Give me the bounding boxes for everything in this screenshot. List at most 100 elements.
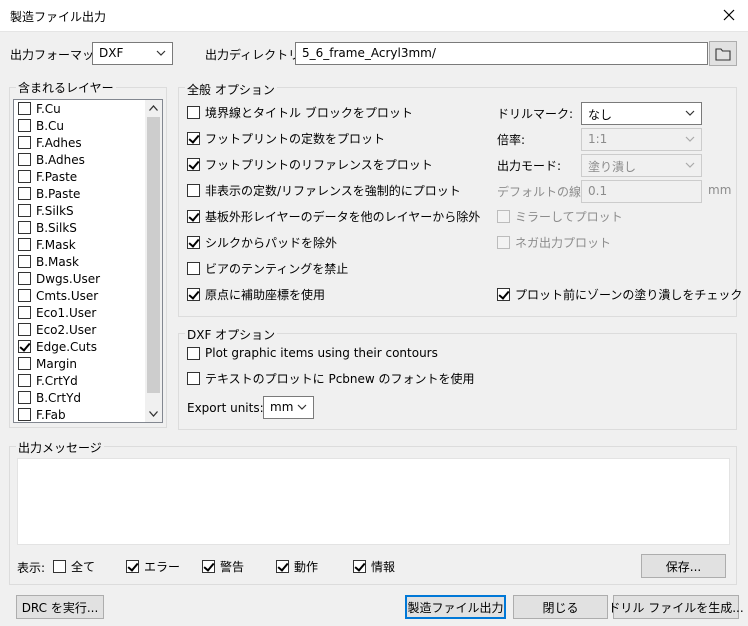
layer-item[interactable]: B.CrtYd xyxy=(14,389,145,406)
export-units-select[interactable]: mm xyxy=(263,396,314,419)
plot-button[interactable]: 製造ファイル出力 xyxy=(405,595,506,619)
layer-item[interactable]: F.Mask xyxy=(14,236,145,253)
message-filter-row[interactable]: 動作 xyxy=(276,558,318,574)
layer-item[interactable]: F.Fab xyxy=(14,406,145,422)
message-filter-checkbox[interactable] xyxy=(276,559,289,573)
general-option-checkbox[interactable] xyxy=(187,235,200,249)
general-option-row[interactable]: 基板外形レイヤーのデータを他のレイヤーから除外 xyxy=(187,208,480,224)
chevron-down-icon xyxy=(685,162,695,168)
layer-item[interactable]: F.Adhes xyxy=(14,134,145,151)
contours-checkbox[interactable] xyxy=(187,346,200,360)
layer-checkbox[interactable] xyxy=(18,340,31,353)
layer-item[interactable]: Dwgs.User xyxy=(14,270,145,287)
output-mode-select[interactable]: 塗り潰し xyxy=(581,154,702,177)
mirror-checkbox-row[interactable]: ミラーしてプロット xyxy=(497,208,623,224)
message-filter-row[interactable]: エラー xyxy=(126,558,180,574)
close-button[interactable]: 閉じる xyxy=(513,595,608,619)
format-select[interactable]: DXF xyxy=(92,42,173,65)
layer-checkbox[interactable] xyxy=(18,323,31,336)
scroll-down-icon[interactable] xyxy=(149,411,158,417)
layer-item[interactable]: B.Mask xyxy=(14,253,145,270)
layer-checkbox[interactable] xyxy=(18,391,31,404)
layer-checkbox[interactable] xyxy=(18,204,31,217)
general-option-row[interactable]: シルクからパッドを除外 xyxy=(187,234,337,250)
general-option-checkbox[interactable] xyxy=(187,157,200,171)
layer-item[interactable]: F.CrtYd xyxy=(14,372,145,389)
layer-checkbox[interactable] xyxy=(18,187,31,200)
message-area[interactable] xyxy=(17,458,730,545)
layer-item[interactable]: B.Adhes xyxy=(14,151,145,168)
zone-check-checkbox-row[interactable]: プロット前にゾーンの塗り潰しをチェック xyxy=(497,286,742,302)
message-filter-row[interactable]: 情報 xyxy=(353,558,395,574)
general-option-row[interactable]: 境界線とタイトル ブロックをプロット xyxy=(187,104,413,120)
general-option-checkbox[interactable] xyxy=(187,261,200,275)
layer-item[interactable]: Eco1.User xyxy=(14,304,145,321)
output-dir-input[interactable]: 5_6_frame_Acryl3mm/ xyxy=(295,42,708,65)
message-filter-checkbox[interactable] xyxy=(353,559,366,573)
layer-checkbox[interactable] xyxy=(18,170,31,183)
general-option-checkbox[interactable] xyxy=(187,183,200,197)
layer-checkbox[interactable] xyxy=(18,306,31,319)
general-option-row[interactable]: ビアのテンティングを禁止 xyxy=(187,260,348,276)
layer-item[interactable]: B.SilkS xyxy=(14,219,145,236)
negative-checkbox[interactable] xyxy=(497,235,510,249)
general-option-row[interactable]: 非表示の定数/リファレンスを強制的にプロット xyxy=(187,182,461,198)
layer-item[interactable]: Margin xyxy=(14,355,145,372)
layer-checkbox[interactable] xyxy=(18,119,31,132)
layer-item[interactable]: B.Paste xyxy=(14,185,145,202)
message-filter-checkbox[interactable] xyxy=(126,559,139,573)
layer-checkbox[interactable] xyxy=(18,255,31,268)
close-window-button[interactable] xyxy=(718,4,740,26)
layer-scrollbar[interactable] xyxy=(145,100,162,422)
layer-checkbox[interactable] xyxy=(18,136,31,149)
general-option-checkbox[interactable] xyxy=(187,105,200,119)
layer-checkbox[interactable] xyxy=(18,289,31,302)
contours-checkbox-row[interactable]: Plot graphic items using their contours xyxy=(187,345,438,361)
generate-drill-button[interactable]: ドリル ファイルを生成... xyxy=(608,595,744,619)
layer-item[interactable]: F.SilkS xyxy=(14,202,145,219)
general-option-row[interactable]: 原点に補助座標を使用 xyxy=(187,286,325,302)
general-option-checkbox[interactable] xyxy=(187,131,200,145)
layer-checkbox[interactable] xyxy=(18,102,31,115)
layer-item[interactable]: Cmts.User xyxy=(14,287,145,304)
layer-checkbox[interactable] xyxy=(18,374,31,387)
layer-item[interactable]: B.Cu xyxy=(14,117,145,134)
layer-label: F.CrtYd xyxy=(36,373,78,388)
save-messages-button[interactable]: 保存... xyxy=(641,554,726,578)
layer-checkbox[interactable] xyxy=(18,238,31,251)
message-filter-row[interactable]: 警告 xyxy=(202,558,244,574)
general-option-row[interactable]: フットプリントのリファレンスをプロット xyxy=(187,156,433,172)
drill-mark-select[interactable]: なし xyxy=(581,102,702,125)
general-option-checkbox[interactable] xyxy=(187,287,200,301)
negative-checkbox-row[interactable]: ネガ出力プロット xyxy=(497,234,611,250)
layer-item[interactable]: F.Paste xyxy=(14,168,145,185)
general-option-checkbox[interactable] xyxy=(187,209,200,223)
scroll-up-icon[interactable] xyxy=(149,105,158,111)
scale-select[interactable]: 1:1 xyxy=(581,128,702,151)
pcbnew-font-checkbox[interactable] xyxy=(187,371,200,385)
layer-label: Margin xyxy=(36,356,77,371)
layer-list[interactable]: F.Cu B.Cu F.Adhes B.Adhes F.Paste B.Paste F.Si… xyxy=(13,99,163,423)
zone-check-checkbox[interactable] xyxy=(497,287,510,301)
run-drc-button[interactable]: DRC を実行... xyxy=(16,595,104,619)
layer-checkbox[interactable] xyxy=(18,221,31,234)
browse-dir-button[interactable] xyxy=(709,41,737,66)
mirror-checkbox[interactable] xyxy=(497,209,510,223)
layer-checkbox[interactable] xyxy=(18,408,31,421)
dxf-options-title: DXF オプション xyxy=(185,326,278,343)
message-filter-row[interactable]: 全て xyxy=(53,558,95,574)
layer-checkbox[interactable] xyxy=(18,272,31,285)
general-option-row[interactable]: フットプリントの定数をプロット xyxy=(187,130,385,146)
default-width-input[interactable]: 0.1 xyxy=(581,180,702,203)
message-filter-checkbox[interactable] xyxy=(202,559,215,573)
scroll-thumb[interactable] xyxy=(147,117,160,393)
message-filter-checkbox[interactable] xyxy=(53,559,66,573)
pcbnew-font-checkbox-row[interactable]: テキストのプロットに Pcbnew のフォントを使用 xyxy=(187,370,475,386)
message-filter-label: 全て xyxy=(71,559,96,574)
layer-label: B.Mask xyxy=(36,254,79,269)
layer-item[interactable]: Edge.Cuts xyxy=(14,338,145,355)
layer-checkbox[interactable] xyxy=(18,357,31,370)
layer-checkbox[interactable] xyxy=(18,153,31,166)
layer-item[interactable]: F.Cu xyxy=(14,100,145,117)
layer-item[interactable]: Eco2.User xyxy=(14,321,145,338)
